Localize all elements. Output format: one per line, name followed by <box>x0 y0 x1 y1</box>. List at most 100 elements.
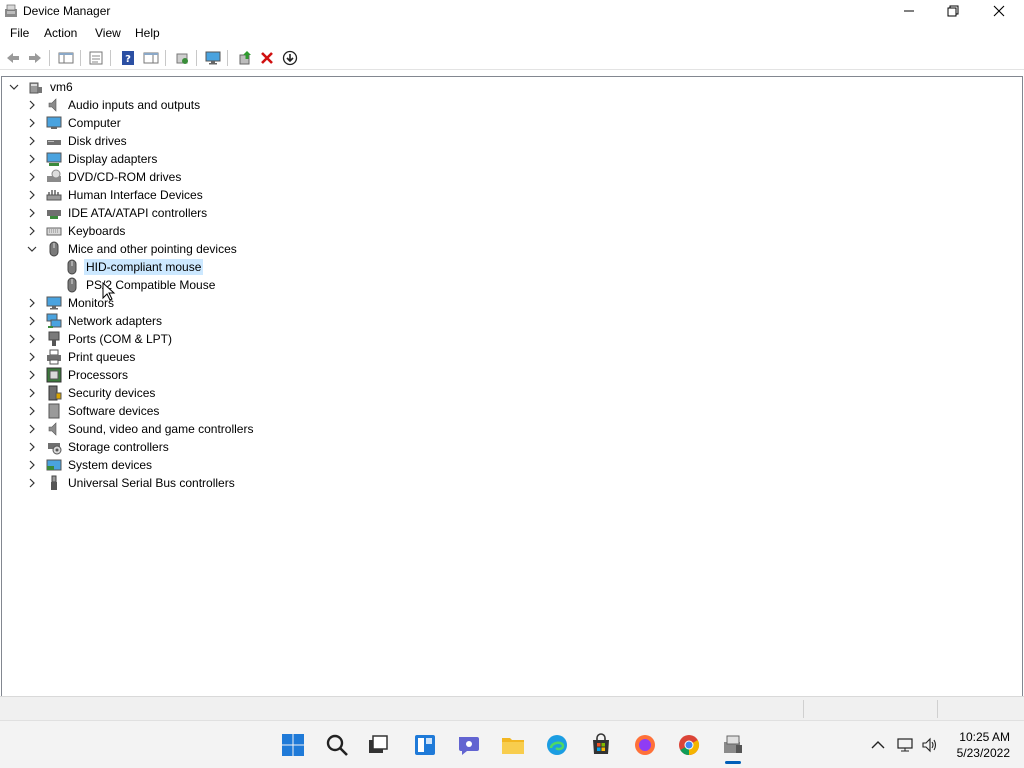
tree-category-dvd-drives[interactable]: DVD/CD-ROM drives <box>26 168 183 186</box>
tree-category-usb[interactable]: Universal Serial Bus controllers <box>26 474 237 492</box>
forward-button[interactable] <box>26 49 44 67</box>
device-tree[interactable]: vm6 Audio inputs and outputs Computer Di… <box>1 76 1023 696</box>
monitor-icon <box>46 295 62 311</box>
chevron-right-icon[interactable] <box>26 189 38 201</box>
tree-category-network[interactable]: Network adapters <box>26 312 164 330</box>
tree-category-sound-video[interactable]: Sound, video and game controllers <box>26 420 255 438</box>
help-button[interactable]: ? <box>119 49 137 67</box>
device-manager-icon[interactable] <box>719 731 747 759</box>
tree-device-label: HID-compliant mouse <box>84 259 204 275</box>
hid-icon <box>46 187 62 203</box>
chevron-right-icon[interactable] <box>26 333 38 345</box>
tree-category-keyboards[interactable]: Keyboards <box>26 222 127 240</box>
chevron-right-icon[interactable] <box>26 477 38 489</box>
tree-category-storage-controllers[interactable]: Storage controllers <box>26 438 171 456</box>
update-driver-button[interactable] <box>236 49 254 67</box>
disable-device-button[interactable] <box>281 49 299 67</box>
title-bar: Device Manager <box>0 0 1024 22</box>
tree-category-software-devices[interactable]: Software devices <box>26 402 161 420</box>
store-icon[interactable] <box>587 731 615 759</box>
properties-button[interactable] <box>87 49 105 67</box>
tree-category-disk-drives[interactable]: Disk drives <box>26 132 129 150</box>
speaker-icon <box>46 421 62 437</box>
speaker-icon <box>46 97 62 113</box>
chevron-right-icon[interactable] <box>26 315 38 327</box>
software-device-icon <box>46 403 62 419</box>
status-bar <box>0 696 1024 720</box>
chevron-up-icon[interactable] <box>868 735 888 755</box>
tree-device-hid-mouse[interactable]: HID-compliant mouse <box>64 258 204 276</box>
chevron-right-icon[interactable] <box>26 405 38 417</box>
chevron-right-icon[interactable] <box>26 351 38 363</box>
start-icon[interactable] <box>279 731 307 759</box>
task-view-icon[interactable] <box>364 731 392 759</box>
firefox-icon[interactable] <box>631 731 659 759</box>
widgets-icon[interactable] <box>411 731 439 759</box>
tree-category-label: System devices <box>68 458 153 472</box>
tree-category-computer[interactable]: Computer <box>26 114 123 132</box>
tree-category-processors[interactable]: Processors <box>26 366 130 384</box>
minimize-button[interactable] <box>886 0 932 22</box>
keyboard-icon <box>46 223 62 239</box>
tree-category-display-adapters[interactable]: Display adapters <box>26 150 159 168</box>
system-clock[interactable]: 10:25 AM 5/23/2022 <box>957 729 1010 761</box>
menu-action[interactable]: Action <box>44 26 77 40</box>
tree-category-ide[interactable]: IDE ATA/ATAPI controllers <box>26 204 209 222</box>
close-button[interactable] <box>976 0 1022 22</box>
edge-icon[interactable] <box>543 731 571 759</box>
scan-hardware-button[interactable] <box>173 49 191 67</box>
chevron-right-icon[interactable] <box>26 117 38 129</box>
tree-category-label: Display adapters <box>68 152 158 166</box>
monitor-button[interactable] <box>204 49 222 67</box>
search-icon[interactable] <box>323 731 351 759</box>
tree-category-security[interactable]: Security devices <box>26 384 157 402</box>
mouse-icon <box>46 241 62 257</box>
tree-category-label: DVD/CD-ROM drives <box>68 170 182 184</box>
chat-icon[interactable] <box>455 731 483 759</box>
tree-device-ps2-mouse[interactable]: PS/2 Compatible Mouse <box>64 276 217 294</box>
chevron-down-icon[interactable] <box>26 243 38 255</box>
computer-icon <box>46 115 62 131</box>
chevron-right-icon[interactable] <box>26 423 38 435</box>
chevron-right-icon[interactable] <box>26 135 38 147</box>
tree-category-print-queues[interactable]: Print queues <box>26 348 137 366</box>
menu-help[interactable]: Help <box>135 26 160 40</box>
storage-controller-icon <box>46 439 62 455</box>
uninstall-device-button[interactable] <box>258 49 276 67</box>
menu-file[interactable]: File <box>10 26 29 40</box>
chevron-down-icon[interactable] <box>8 81 20 93</box>
chevron-right-icon[interactable] <box>26 297 38 309</box>
back-button[interactable] <box>4 49 22 67</box>
tree-category-label: Ports (COM & LPT) <box>68 332 173 346</box>
chrome-icon[interactable] <box>675 731 703 759</box>
tree-category-mice[interactable]: Mice and other pointing devices <box>26 240 239 258</box>
tree-root[interactable]: vm6 <box>8 78 75 96</box>
file-explorer-icon[interactable] <box>499 731 527 759</box>
chevron-right-icon[interactable] <box>26 441 38 453</box>
mouse-icon <box>64 277 80 293</box>
menu-view[interactable]: View <box>95 26 121 40</box>
chevron-right-icon[interactable] <box>26 99 38 111</box>
tree-category-system-devices[interactable]: System devices <box>26 456 154 474</box>
tree-category-audio[interactable]: Audio inputs and outputs <box>26 96 202 114</box>
printer-icon <box>46 349 62 365</box>
show-hide-console-tree-button[interactable] <box>57 49 75 67</box>
chevron-right-icon[interactable] <box>26 153 38 165</box>
chevron-right-icon[interactable] <box>26 225 38 237</box>
volume-icon[interactable] <box>920 735 940 755</box>
chevron-right-icon[interactable] <box>26 387 38 399</box>
tree-category-label: Universal Serial Bus controllers <box>68 476 235 490</box>
clock-time: 10:25 AM <box>959 730 1010 744</box>
chevron-right-icon[interactable] <box>26 207 38 219</box>
chevron-right-icon[interactable] <box>26 171 38 183</box>
tree-category-ports[interactable]: Ports (COM & LPT) <box>26 330 174 348</box>
tree-category-hid[interactable]: Human Interface Devices <box>26 186 205 204</box>
network-icon[interactable] <box>895 735 915 755</box>
chevron-right-icon[interactable] <box>26 369 38 381</box>
restore-button[interactable] <box>930 0 976 22</box>
action-pane-button[interactable] <box>142 49 160 67</box>
tree-category-label: Computer <box>68 116 121 130</box>
chevron-right-icon[interactable] <box>26 459 38 471</box>
device-manager-icon <box>4 4 18 18</box>
tree-root-label: vm6 <box>50 80 73 94</box>
